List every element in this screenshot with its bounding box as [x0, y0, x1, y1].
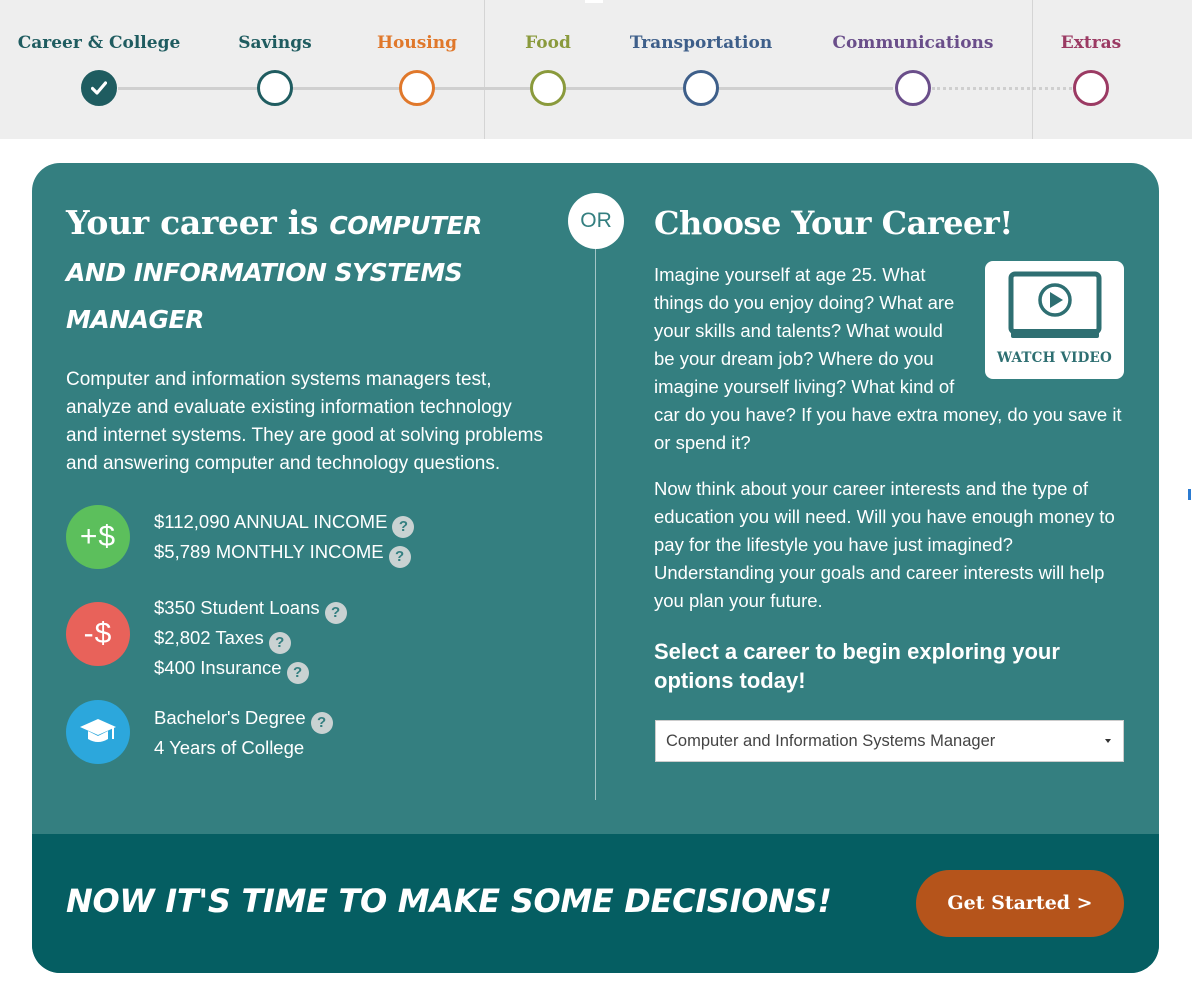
decisions-slogan: Now it's time to make some decisions! — [66, 882, 832, 920]
get-started-button[interactable]: Get Started > — [916, 870, 1124, 937]
insurance-help-icon[interactable]: ? — [286, 662, 309, 684]
degree-help-icon[interactable]: ? — [310, 712, 333, 734]
top-notch — [585, 0, 603, 3]
step-circle-icon — [683, 70, 719, 106]
step-transportation[interactable]: Transportation — [611, 30, 791, 106]
taxes-line: $2,802 Taxes? — [154, 624, 514, 654]
cta-banner: Now it's time to make some decisions! Ge… — [32, 834, 1159, 973]
step-complete-check-icon — [81, 70, 117, 106]
annual-income-help-icon[interactable]: ? — [392, 516, 415, 538]
chevron-down-icon — [1105, 739, 1111, 743]
expenses-badge-icon: -$ — [66, 602, 130, 666]
monthly-income-help-icon[interactable]: ? — [388, 546, 411, 568]
annual-income-line: $112,090 ANNUAL INCOME? — [154, 508, 514, 538]
income-badge-icon: +$ — [66, 505, 130, 569]
career-select-value: Computer and Information Systems Manager — [666, 732, 996, 750]
video-player-icon — [1008, 271, 1101, 338]
or-divider-line — [595, 223, 596, 800]
career-interests-paragraph: Now think about your career interests an… — [654, 478, 1115, 611]
step-circle-icon — [530, 70, 566, 106]
insurance-line: $400 Insurance? — [154, 654, 514, 684]
taxes-help-icon[interactable]: ? — [268, 632, 291, 654]
career-heading-prefix: Your career is — [66, 203, 330, 242]
career-heading: Your career is Computer and Information … — [66, 201, 546, 342]
career-description: Computer and information systems manager… — [66, 369, 544, 474]
degree-line: Bachelor's Degree? — [154, 704, 514, 734]
step-label: Extras — [1060, 33, 1122, 53]
step-label: Career & College — [17, 33, 181, 53]
select-career-prompt: Select a career to begin exploring your … — [654, 639, 1060, 693]
step-circle-icon — [257, 70, 293, 106]
student-loans: $350 Student Loans — [154, 597, 320, 618]
insurance: $400 Insurance — [154, 657, 282, 678]
college-years: 4 Years of College — [154, 737, 305, 758]
monthly-income-line: $5,789 MONTHLY INCOME? — [154, 538, 514, 568]
step-label: Transportation — [629, 33, 773, 53]
annual-income: $112,090 ANNUAL INCOME — [154, 511, 388, 532]
taxes: $2,802 Taxes — [154, 627, 264, 648]
graduation-cap-icon — [66, 700, 130, 764]
career-select[interactable]: Computer and Information Systems Manager — [655, 720, 1124, 762]
career-card: OR Your career is Computer and Informati… — [32, 163, 1159, 973]
step-circle-icon — [399, 70, 435, 106]
step-extras[interactable]: Extras — [1001, 30, 1181, 106]
watch-video-button[interactable]: WATCH VIDEO — [985, 261, 1124, 379]
student-loans-line: $350 Student Loans? — [154, 594, 514, 624]
watch-video-label: WATCH VIDEO — [996, 350, 1113, 366]
step-career-college[interactable]: Career & College — [9, 30, 189, 106]
degree: Bachelor's Degree — [154, 707, 306, 728]
step-label: Communications — [832, 33, 994, 53]
student-loans-help-icon[interactable]: ? — [324, 602, 347, 624]
edge-marker — [1188, 489, 1191, 500]
step-communications[interactable]: Communications — [823, 30, 1003, 106]
progress-nav: Career & College Savings Housing Food Tr… — [0, 0, 1192, 139]
step-circle-icon — [1073, 70, 1109, 106]
choose-career-heading: Choose Your Career! — [654, 204, 1013, 242]
choose-career-panel: Choose Your Career! WATCH VIDEO Imagine … — [654, 201, 1124, 695]
current-career-panel: Your career is Computer and Information … — [66, 201, 546, 478]
step-circle-icon — [895, 70, 931, 106]
or-badge: OR — [568, 193, 624, 249]
monthly-income: $5,789 MONTHLY INCOME — [154, 541, 384, 562]
imagine-paragraph: WATCH VIDEO Imagine yourself at age 25. … — [654, 261, 1124, 457]
